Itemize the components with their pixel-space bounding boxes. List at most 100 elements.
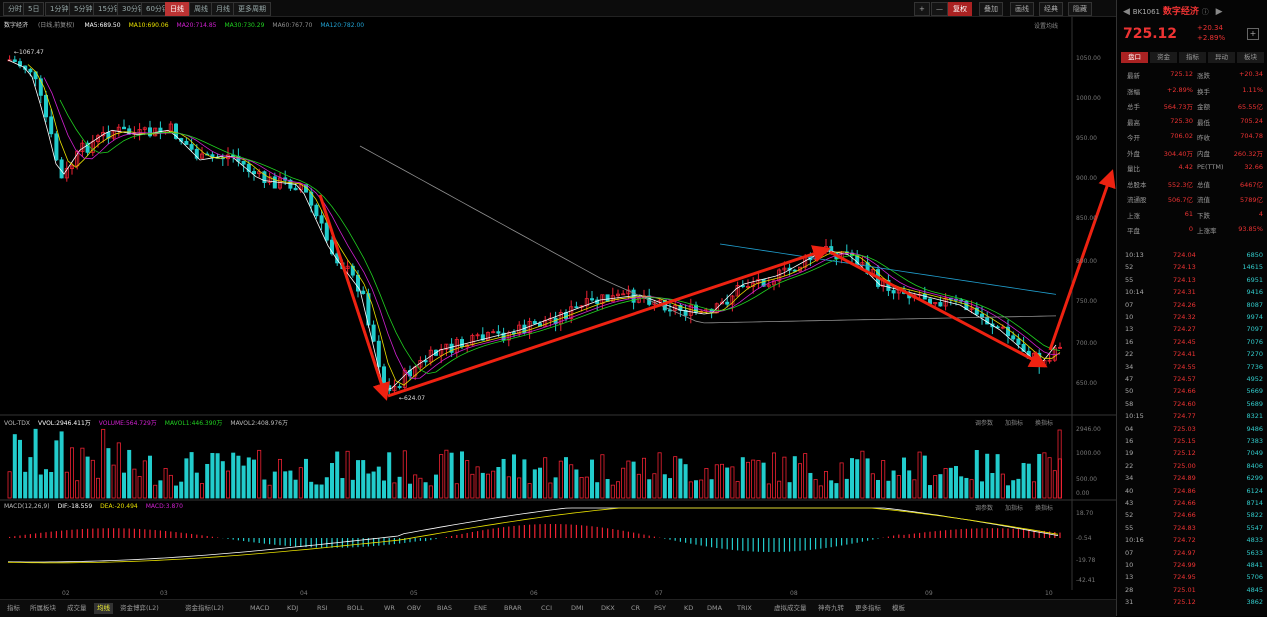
vol-control-2[interactable]: 换指标 (1035, 418, 1053, 427)
volume-bar (605, 479, 610, 499)
indicator-tab-14[interactable]: BRAR (501, 603, 525, 614)
volume-bar (376, 466, 381, 499)
sidebar-tab-1[interactable]: 资金 (1150, 52, 1177, 63)
vol-control-1[interactable]: 加指标 (1005, 418, 1023, 427)
candle-body (28, 68, 33, 73)
candle-body (387, 385, 392, 392)
candle-body (397, 386, 402, 388)
indicator-tab-23[interactable]: 虚拟成交量 (771, 603, 810, 614)
trade-row: 13 724.95 5706 (1125, 573, 1263, 582)
sidebar-tab-3[interactable]: 异动 (1208, 52, 1235, 63)
candle-body (1011, 335, 1016, 340)
price-axis-tick: 1050.00 (1076, 55, 1101, 62)
vol-control-0[interactable]: 调参数 (975, 418, 993, 427)
indicator-tab-4[interactable]: 资金博弈(L2) (117, 603, 162, 614)
volume-bar (283, 471, 288, 499)
sidebar-tab-2[interactable]: 指标 (1179, 52, 1206, 63)
volume-bar (28, 457, 33, 499)
volume-bar (106, 448, 111, 499)
indicator-tab-21[interactable]: DMA (704, 603, 725, 614)
info-icon[interactable]: ⓘ (1202, 8, 1209, 16)
volume-bar (1016, 478, 1021, 499)
indicator-tab-12[interactable]: BIAS (434, 603, 455, 614)
indicator-tab-3[interactable]: 均线 (94, 603, 113, 614)
change-percent: +2.89% (1197, 34, 1226, 42)
indicator-tab-0[interactable]: 指标 (4, 603, 23, 614)
indicator-tab-22[interactable]: TRIX (734, 603, 755, 614)
volume-bar (855, 459, 860, 499)
volume-bar (122, 472, 127, 499)
indicator-tab-19[interactable]: PSY (651, 603, 669, 614)
macd-control-0[interactable]: 调参数 (975, 503, 993, 512)
quote-row: 上涨 61 下跌 4 (1127, 209, 1263, 220)
vol-legend-item-4: MAVOL2:408.976万 (230, 420, 289, 427)
sidebar-header: ◀ BK1061 数字经济 ⓘ ▶ (1123, 4, 1223, 17)
time-axis-label: 10 (1045, 590, 1053, 597)
quote-row: 量比 4.42 PE(TTM) 32.66 (1127, 163, 1263, 173)
ma-legend-item-0: MA5:689.50 (84, 22, 121, 29)
trade-row: 10:16 724.72 4833 (1125, 536, 1263, 545)
indicator-tab-7[interactable]: KDJ (284, 603, 301, 614)
macd-axis-tick: -0.54 (1076, 535, 1092, 542)
kline-chart[interactable] (0, 0, 1116, 600)
indicator-tab-15[interactable]: CCI (538, 603, 555, 614)
volume-bar (173, 485, 178, 499)
quote-row: 总股本 552.3亿 总值 6467亿 (1127, 180, 1263, 189)
ma-settings-button[interactable]: 设置均线 (1034, 21, 1058, 30)
volume-bar (236, 455, 241, 499)
candle-body (938, 302, 943, 307)
trade-row: 10:15 724.77 8321 (1125, 412, 1263, 421)
volume-bar (303, 458, 308, 499)
candle-body (532, 321, 537, 325)
sector-code: BK1061 (1132, 8, 1161, 16)
macd-control-2[interactable]: 换指标 (1035, 503, 1053, 512)
candle-body (574, 306, 579, 309)
indicator-tab-8[interactable]: RSI (314, 603, 331, 614)
indicator-tab-20[interactable]: KD (681, 603, 696, 614)
indicator-tab-6[interactable]: MACD (247, 603, 272, 614)
macd-legend-item-0: MACD(12,26,9) (4, 503, 50, 510)
indicator-tab-13[interactable]: ENE (471, 603, 490, 614)
volume-bar (974, 450, 979, 499)
indicator-tab-17[interactable]: DKX (598, 603, 618, 614)
volume-bar (709, 479, 714, 499)
volume-bar (512, 454, 517, 499)
indicator-tab-5[interactable]: 资金指标(L2) (182, 603, 227, 614)
volume-bar (990, 473, 995, 499)
volume-bar (959, 476, 964, 499)
volume-bar (964, 477, 969, 499)
indicator-tab-10[interactable]: WR (381, 603, 398, 614)
volume-bar (1011, 480, 1016, 499)
indicator-tab-26[interactable]: 模板 (889, 603, 908, 614)
price-axis-tick: 700.00 (1076, 340, 1097, 347)
time-axis-label: 02 (62, 590, 70, 597)
candle-body (496, 331, 501, 334)
trade-row: 34 724.89 6299 (1125, 474, 1263, 483)
indicator-tab-16[interactable]: DMI (568, 603, 587, 614)
indicator-tab-18[interactable]: CR (628, 603, 643, 614)
indicator-tab-11[interactable]: OBV (404, 603, 424, 614)
prev-arrow-icon[interactable]: ◀ (1123, 7, 1130, 17)
volume-bar (54, 440, 59, 499)
volume-bar (886, 480, 891, 499)
trade-row: 19 725.12 7049 (1125, 449, 1263, 458)
candle-body (272, 176, 277, 189)
indicator-tab-9[interactable]: BOLL (344, 603, 367, 614)
macd-control-1[interactable]: 加指标 (1005, 503, 1023, 512)
time-axis-label: 04 (300, 590, 308, 597)
add-watchlist-button[interactable]: + (1247, 28, 1259, 40)
sidebar-tab-4[interactable]: 板块 (1237, 52, 1264, 63)
sidebar-tab-0[interactable]: 盘口 (1121, 52, 1148, 63)
indicator-tab-25[interactable]: 更多指标 (852, 603, 884, 614)
indicator-tab-2[interactable]: 成交量 (64, 603, 90, 614)
indicator-tab-24[interactable]: 神奇九转 (815, 603, 847, 614)
trade-row: 31 725.12 3862 (1125, 598, 1263, 607)
indicator-tab-1[interactable]: 所属板块 (27, 603, 59, 614)
volume-bar (189, 452, 194, 499)
chart-title: 数字经济 (4, 22, 29, 29)
price-axis-tick: 850.00 (1076, 215, 1097, 222)
volume-bar (595, 482, 600, 499)
volume-bar (694, 480, 699, 499)
volume-bar (23, 471, 28, 499)
next-arrow-icon[interactable]: ▶ (1216, 7, 1223, 17)
